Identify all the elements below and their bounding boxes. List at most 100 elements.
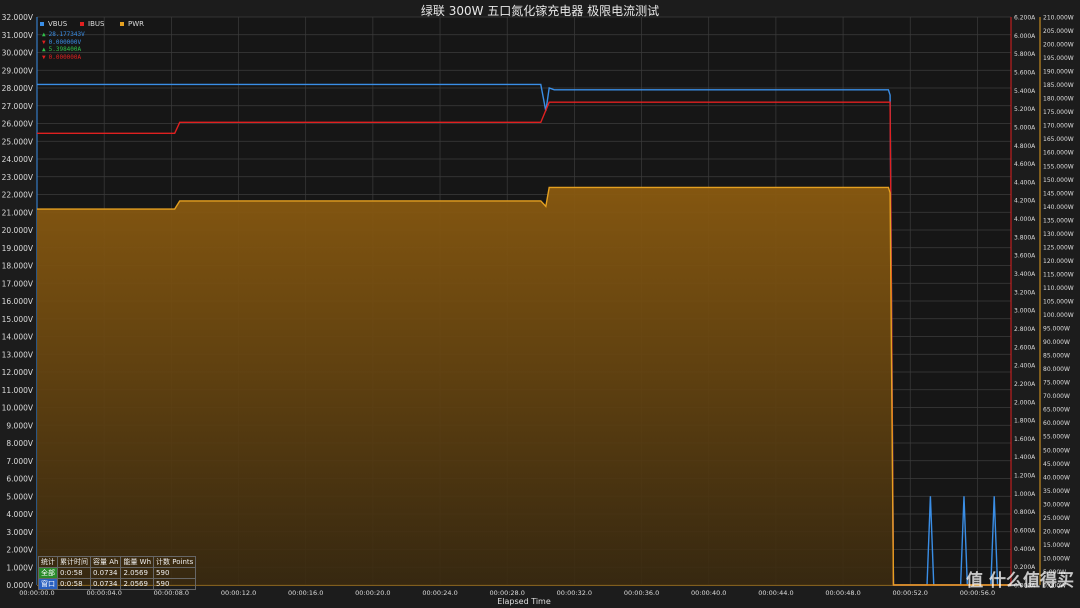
stats-cell: 590 bbox=[153, 578, 197, 590]
y-tick-label-current: 6.000A bbox=[1014, 33, 1036, 40]
y-tick-label-power: 100.000W bbox=[1043, 312, 1074, 319]
y-tick-label-current: 0.800A bbox=[1014, 509, 1036, 516]
readout-value: 5.398400A bbox=[48, 46, 82, 53]
x-tick-label: 00:00:44.0 bbox=[758, 589, 793, 597]
x-tick-label: 00:00:20.0 bbox=[355, 589, 390, 597]
y-tick-label-power: 185.000W bbox=[1043, 82, 1074, 89]
y-tick-label-power: 120.000W bbox=[1043, 258, 1074, 265]
y-tick-label-power: 95.000W bbox=[1043, 326, 1070, 333]
y-tick-label-left: 25.000V bbox=[2, 137, 34, 146]
stats-row-label: 窗口 bbox=[38, 578, 58, 590]
y-tick-label-power: 20.000W bbox=[1043, 528, 1070, 535]
stats-cell: 2.0569 bbox=[120, 567, 155, 579]
legend-label-ibus: IBUS bbox=[88, 20, 105, 28]
x-tick-label: 00:00:40.0 bbox=[691, 589, 726, 597]
legend-item-pwr[interactable]: PWR bbox=[120, 20, 160, 28]
y-tick-label-power: 135.000W bbox=[1043, 217, 1074, 224]
y-tick-label-power: 110.000W bbox=[1043, 285, 1074, 292]
y-tick-label-current: 4.600A bbox=[1014, 161, 1036, 168]
stats-header-row: 统计 累计时间 容量 Ah 能量 Wh 计数 Points bbox=[38, 556, 197, 568]
x-axis-label: Elapsed Time bbox=[497, 597, 551, 606]
y-tick-label-left: 20.000V bbox=[2, 226, 34, 235]
pwr-area bbox=[37, 187, 1011, 585]
y-tick-label-power: 10.000W bbox=[1043, 555, 1070, 562]
y-tick-label-left: 13.000V bbox=[2, 350, 34, 359]
y-tick-label-current: 1.000A bbox=[1014, 491, 1036, 498]
y-tick-label-left: 16.000V bbox=[2, 297, 34, 306]
stats-cell: 2.0569 bbox=[120, 578, 155, 590]
y-tick-label-power: 40.000W bbox=[1043, 474, 1070, 481]
y-tick-label-left: 12.000V bbox=[2, 368, 34, 377]
y-tick-label-power: 165.000W bbox=[1043, 136, 1074, 143]
readout-value: 28.177343V bbox=[48, 31, 85, 38]
y-tick-label-power: 15.000W bbox=[1043, 542, 1070, 549]
stats-header: 累计时间 bbox=[57, 556, 91, 568]
y-tick-label-current: 5.200A bbox=[1014, 106, 1036, 113]
y-tick-label-power: 60.000W bbox=[1043, 420, 1070, 427]
y-tick-label-left: 31.000V bbox=[2, 31, 34, 40]
y-tick-label-power: 90.000W bbox=[1043, 339, 1070, 346]
y-tick-label-current: 4.400A bbox=[1014, 179, 1036, 186]
x-tick-label: 00:00:52.0 bbox=[893, 589, 928, 597]
x-tick-label: 00:00:16.0 bbox=[288, 589, 323, 597]
x-tick-label: 00:00:12.0 bbox=[221, 589, 256, 597]
y-tick-label-left: 15.000V bbox=[2, 315, 34, 324]
y-tick-label-power: 70.000W bbox=[1043, 393, 1070, 400]
y-tick-label-power: 155.000W bbox=[1043, 163, 1074, 170]
down-triangle-icon: ▼ bbox=[42, 53, 46, 61]
y-tick-label-current: 2.400A bbox=[1014, 363, 1036, 370]
y-tick-label-power: 105.000W bbox=[1043, 299, 1074, 306]
y-tick-label-power: 175.000W bbox=[1043, 109, 1074, 116]
y-tick-label-left: 28.000V bbox=[2, 84, 34, 93]
y-tick-label-left: 21.000V bbox=[2, 208, 34, 217]
y-tick-label-current: 3.400A bbox=[1014, 271, 1036, 278]
stats-cell: 590 bbox=[153, 567, 197, 579]
y-tick-label-current: 3.800A bbox=[1014, 234, 1036, 241]
y-tick-label-left: 27.000V bbox=[2, 102, 34, 111]
y-tick-label-current: 1.600A bbox=[1014, 436, 1036, 443]
stats-header: 容量 Ah bbox=[89, 556, 122, 568]
legend-swatch-pwr bbox=[120, 22, 124, 26]
x-tick-label: 00:00:28.0 bbox=[490, 589, 525, 597]
y-tick-label-power: 35.000W bbox=[1043, 488, 1070, 495]
x-tick-label: 00:00:00.0 bbox=[19, 589, 54, 597]
readout-vbus-max: ▲ 28.177343V bbox=[42, 31, 85, 39]
y-tick-label-left: 4.000V bbox=[6, 510, 33, 519]
live-readouts: ▲ 28.177343V ▼ 0.000000V ▲ 5.398400A ▼ 0… bbox=[42, 31, 85, 61]
y-tick-label-left: 18.000V bbox=[2, 262, 34, 271]
y-tick-label-current: 5.000A bbox=[1014, 124, 1036, 131]
y-tick-label-current: 0.400A bbox=[1014, 546, 1036, 553]
y-tick-label-left: 24.000V bbox=[2, 155, 34, 164]
y-tick-label-power: 140.000W bbox=[1043, 204, 1074, 211]
y-tick-label-current: 1.400A bbox=[1014, 454, 1036, 461]
readout-ibus-max: ▲ 5.398400A bbox=[42, 46, 85, 54]
chart: 0.000V1.000V2.000V3.000V4.000V5.000V6.00… bbox=[2, 13, 1074, 597]
y-tick-label-power: 115.000W bbox=[1043, 271, 1074, 278]
y-tick-label-left: 5.000V bbox=[6, 492, 33, 501]
y-tick-label-left: 23.000V bbox=[2, 173, 34, 182]
legend-label-vbus: VBUS bbox=[48, 20, 68, 28]
readout-vbus-min: ▼ 0.000000V bbox=[42, 39, 85, 47]
x-tick-label: 00:00:32.0 bbox=[557, 589, 592, 597]
legend-swatch-ibus bbox=[80, 22, 84, 26]
y-tick-label-power: 160.000W bbox=[1043, 150, 1074, 157]
up-triangle-icon: ▲ bbox=[42, 46, 46, 53]
legend-item-ibus[interactable]: IBUS bbox=[80, 20, 120, 28]
y-tick-label-left: 22.000V bbox=[2, 191, 34, 200]
y-tick-label-current: 4.200A bbox=[1014, 198, 1036, 205]
legend-item-vbus[interactable]: VBUS bbox=[40, 20, 80, 28]
y-tick-label-current: 2.600A bbox=[1014, 344, 1036, 351]
y-tick-label-power: 25.000W bbox=[1043, 515, 1070, 522]
legend-label-pwr: PWR bbox=[128, 20, 145, 28]
y-tick-label-power: 170.000W bbox=[1043, 123, 1074, 130]
stats-row-all: 全部 0:0:58 0.0734 2.0569 590 bbox=[38, 567, 197, 579]
y-tick-label-power: 145.000W bbox=[1043, 190, 1074, 197]
y-tick-label-current: 5.600A bbox=[1014, 69, 1036, 76]
y-tick-label-power: 130.000W bbox=[1043, 231, 1074, 238]
y-tick-label-current: 3.200A bbox=[1014, 289, 1036, 296]
x-tick-label: 00:00:48.0 bbox=[825, 589, 860, 597]
x-tick-label: 00:00:24.0 bbox=[422, 589, 457, 597]
readout-value: 0.000000A bbox=[48, 53, 82, 61]
legend: VBUS IBUS PWR bbox=[40, 20, 160, 28]
y-tick-label-current: 2.800A bbox=[1014, 326, 1036, 333]
